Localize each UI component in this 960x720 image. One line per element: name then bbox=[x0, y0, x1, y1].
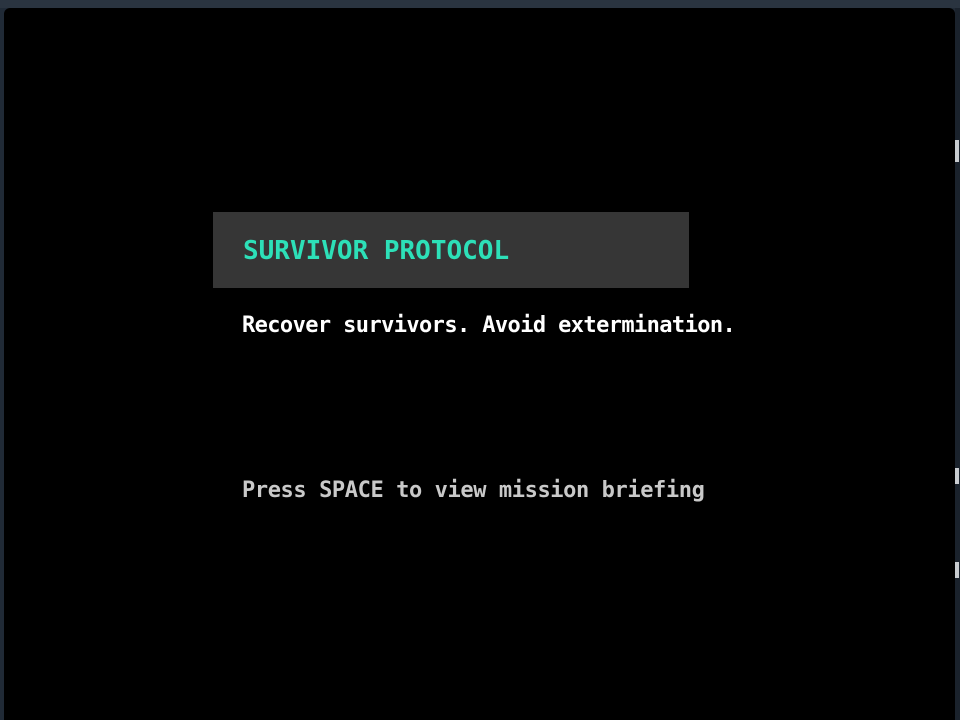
background-text-fragment bbox=[955, 140, 959, 162]
background-text-fragment bbox=[955, 468, 959, 484]
game-title: SURVIVOR PROTOCOL bbox=[243, 236, 510, 266]
background-text-fragment bbox=[955, 562, 959, 578]
start-prompt: Press SPACE to view mission briefing bbox=[242, 478, 705, 503]
game-tagline: Recover survivors. Avoid extermination. bbox=[242, 313, 736, 338]
background-app-edge bbox=[955, 8, 960, 720]
window-top-edge bbox=[0, 0, 960, 8]
game-screen[interactable]: SURVIVOR PROTOCOL Recover survivors. Avo… bbox=[4, 8, 955, 720]
title-banner: SURVIVOR PROTOCOL bbox=[213, 212, 689, 288]
